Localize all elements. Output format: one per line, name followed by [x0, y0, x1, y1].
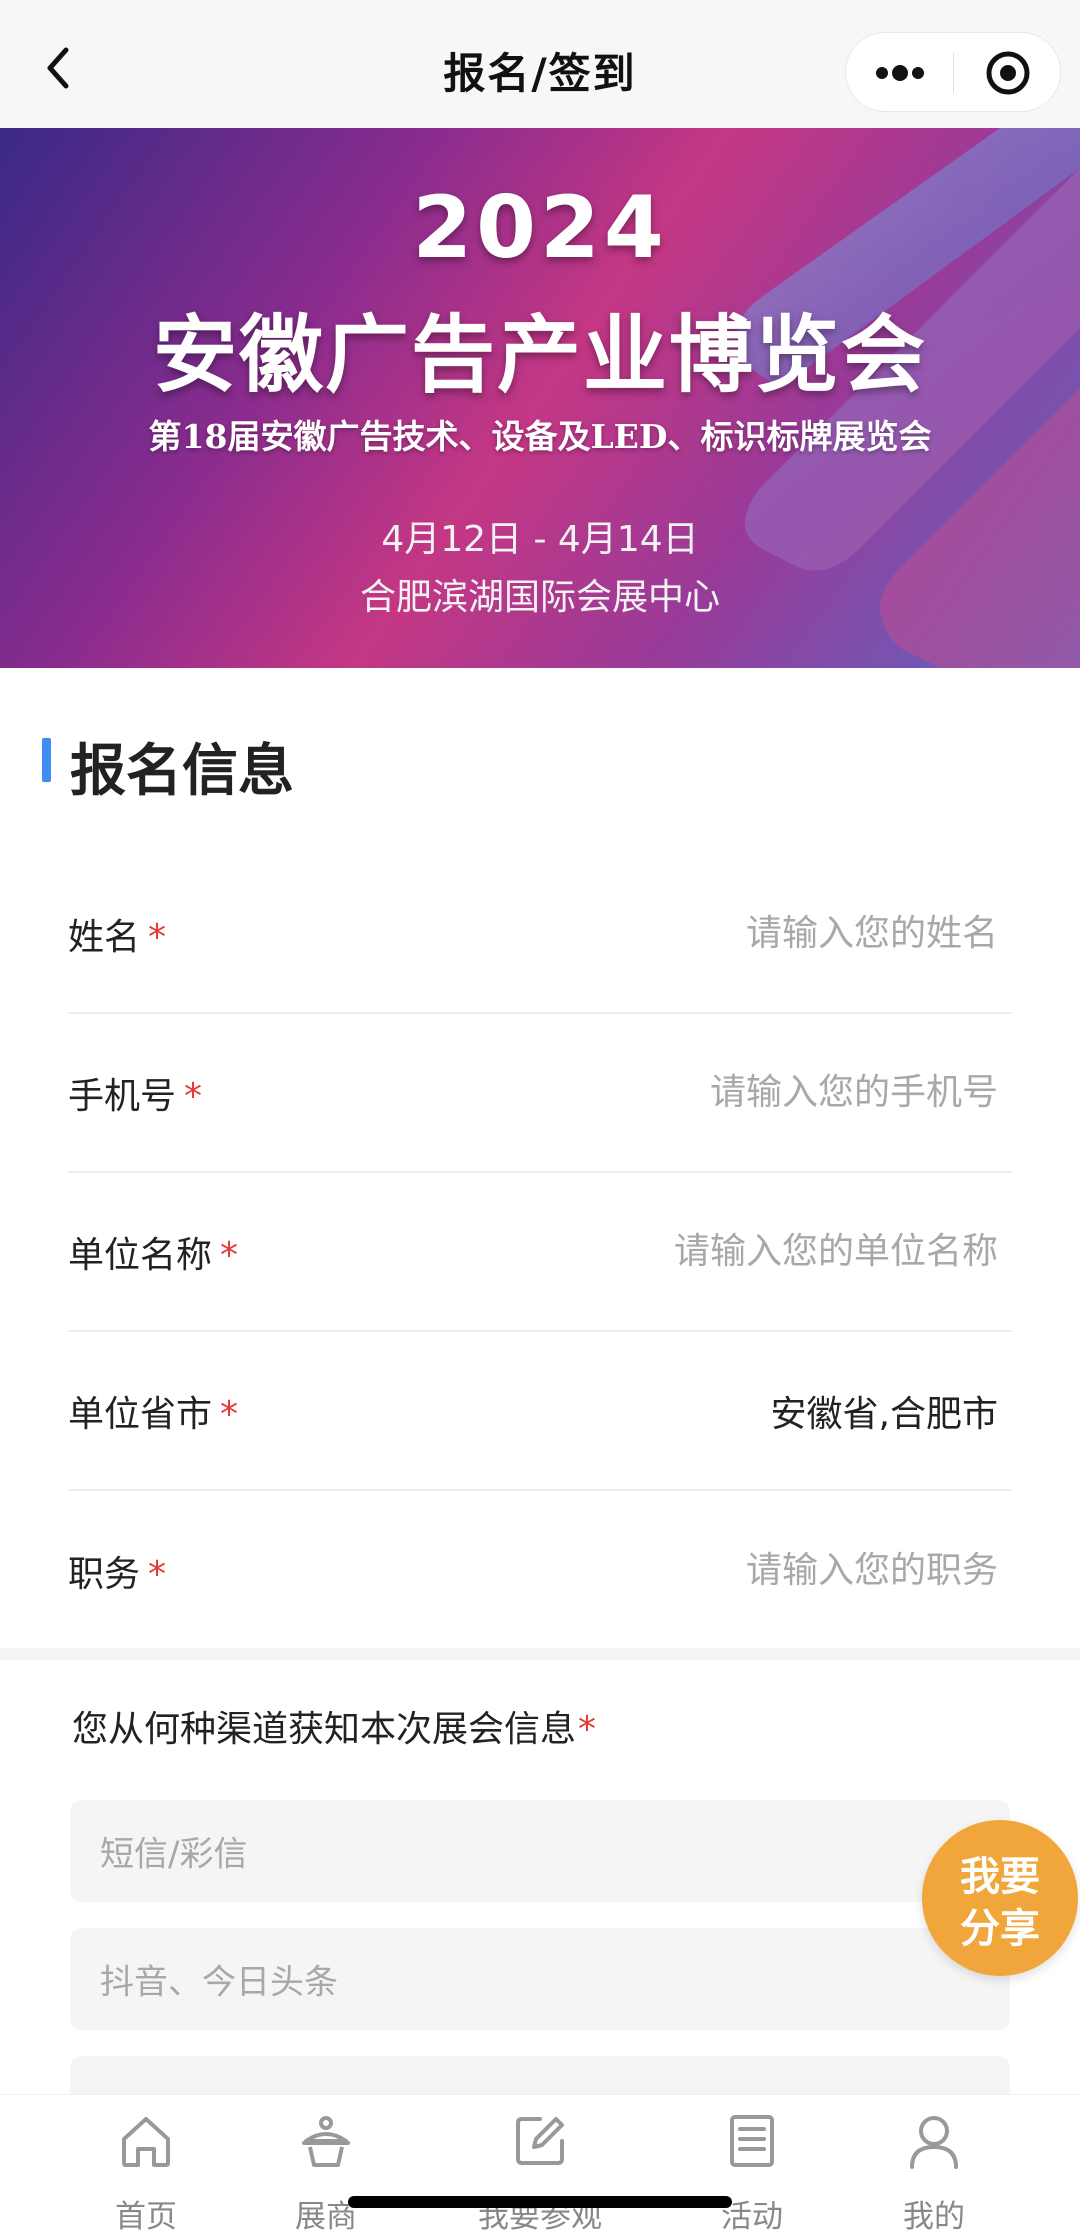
banner-venue: 合肥滨湖国际会展中心	[359, 577, 720, 618]
edit-icon	[516, 2117, 564, 2165]
banner-date: 4月12日 - 4月14日	[381, 519, 699, 560]
share-label-line2: 分享	[960, 1906, 1040, 1952]
field-label: 职务 *	[68, 1545, 166, 1597]
required-mark: *	[220, 1234, 239, 1276]
tab-activity[interactable]: 活动	[662, 2095, 842, 2235]
tab-mine[interactable]: 我的	[844, 2095, 1024, 2235]
event-banner[interactable]: 2024 安徽广告产业博览会 第18届安徽广告技术、设备及LED、标识标牌展览会…	[0, 128, 1080, 668]
phone-input[interactable]	[478, 1062, 998, 1123]
option-label: 短信/彩信	[100, 1834, 248, 1875]
banner-year: 2024	[412, 178, 668, 278]
required-mark: *	[148, 1553, 167, 1595]
field-label-text: 姓名	[68, 916, 141, 958]
form-row-company: 单位名称 *	[68, 1173, 1012, 1332]
tab-home[interactable]: 首页	[56, 2095, 236, 2235]
required-mark: *	[220, 1393, 239, 1435]
position-input[interactable]	[478, 1540, 998, 1601]
field-label: 单位名称 *	[68, 1226, 238, 1278]
banner-title: 安徽广告产业博览会	[152, 306, 927, 404]
banner-subtitle: 第18届安徽广告技术、设备及LED、标识标牌展览会	[148, 417, 932, 456]
home-indicator	[348, 2196, 732, 2208]
form-row-position: 职务 *	[68, 1491, 1012, 1650]
channel-question: 您从何种渠道获知本次展会信息*	[72, 1700, 596, 1752]
field-label-text: 手机号	[68, 1075, 177, 1117]
name-input[interactable]	[478, 903, 998, 964]
user-icon	[910, 2116, 958, 2169]
exhibitor-icon	[302, 2116, 350, 2167]
share-label-line1: 我要	[960, 1854, 1040, 1900]
tab-label: 首页	[115, 2199, 177, 2235]
share-button[interactable]: 我要 分享	[922, 1820, 1078, 1976]
section-accent-bar	[42, 738, 51, 782]
region-picker[interactable]	[478, 1380, 998, 1441]
tab-visit[interactable]: 我要参观	[450, 2095, 630, 2235]
more-dots-icon	[876, 65, 924, 81]
home-icon	[122, 2117, 170, 2167]
back-button[interactable]	[40, 44, 80, 92]
section-divider	[0, 1648, 1080, 1660]
field-label: 单位省市 *	[68, 1385, 238, 1437]
navigation-bar: 报名/签到	[0, 0, 1080, 128]
document-icon	[730, 2115, 774, 2167]
field-label-text: 单位名称	[68, 1234, 213, 1276]
required-mark: *	[184, 1075, 203, 1117]
required-mark: *	[148, 916, 167, 958]
field-label: 手机号 *	[68, 1067, 202, 1119]
form-row-region[interactable]: 单位省市 *	[68, 1332, 1012, 1491]
form-row-phone: 手机号 *	[68, 1014, 1012, 1173]
form-row-name: 姓名 *	[68, 855, 1012, 1014]
question-text: 您从何种渠道获知本次展会信息	[72, 1709, 577, 1750]
channel-option-sms[interactable]: 短信/彩信	[70, 1800, 1010, 1902]
required-mark: *	[578, 1709, 597, 1750]
company-input[interactable]	[478, 1221, 998, 1282]
option-label: 抖音、今日头条	[100, 1962, 338, 2003]
tab-exhibitor[interactable]: 展商	[236, 2095, 416, 2235]
field-label-text: 职务	[68, 1553, 141, 1595]
mini-program-capsule	[845, 32, 1061, 112]
tab-label: 我的	[903, 2199, 965, 2235]
section-title: 报名信息	[70, 739, 294, 804]
close-miniprogram-button[interactable]	[954, 33, 1062, 113]
bottom-tab-bar: 首页 展商 我要参观 活动 我的	[0, 2094, 1080, 2235]
target-circle-icon	[986, 51, 1030, 95]
more-button[interactable]	[846, 33, 954, 113]
field-label: 姓名 *	[68, 908, 166, 960]
chevron-left-icon	[47, 47, 69, 89]
field-label-text: 单位省市	[68, 1393, 213, 1435]
channel-option-douyin[interactable]: 抖音、今日头条	[70, 1928, 1010, 2030]
